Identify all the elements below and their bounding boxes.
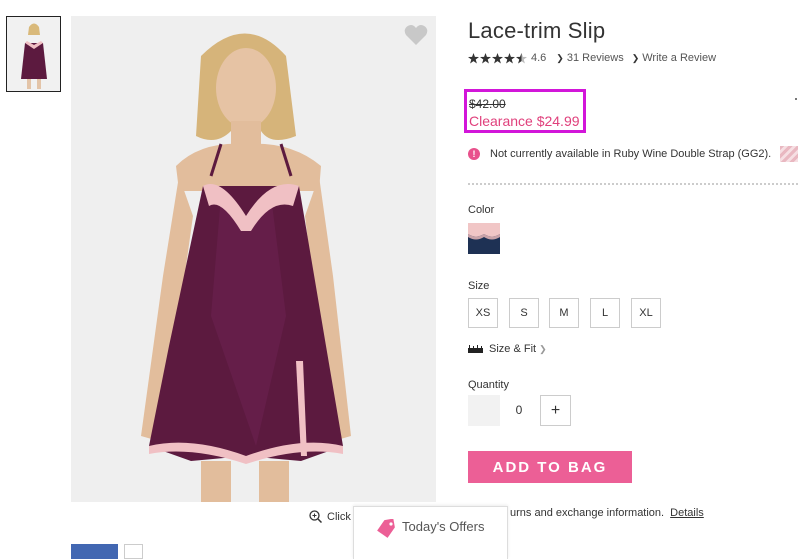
- original-price: $42.00: [469, 97, 506, 111]
- details-link[interactable]: Details: [670, 507, 704, 519]
- returns-text: urns and exchange information.: [510, 507, 665, 519]
- size-option-xs[interactable]: XS: [468, 298, 498, 328]
- tag-icon: [377, 519, 395, 538]
- rating-stars: [468, 52, 527, 64]
- quantity-decrement-button[interactable]: [468, 395, 500, 426]
- returns-info: urns and exchange information. Details: [510, 507, 704, 519]
- product-main-image[interactable]: [71, 16, 436, 502]
- star-icon: [492, 52, 503, 64]
- size-option-xl[interactable]: XL: [631, 298, 661, 328]
- star-icon: [480, 52, 491, 64]
- chevron-right-icon: ❯: [556, 52, 564, 63]
- heart-icon[interactable]: [404, 24, 428, 46]
- divider: [468, 183, 798, 185]
- color-swatch[interactable]: [468, 223, 500, 254]
- quantity-increment-button[interactable]: +: [540, 395, 571, 426]
- divider-dot: [795, 98, 797, 100]
- product-thumbnail[interactable]: [6, 16, 61, 92]
- size-option-m[interactable]: M: [549, 298, 579, 328]
- todays-offers-tab[interactable]: Today's Offers: [353, 506, 508, 559]
- ruler-icon: [468, 345, 483, 353]
- reviews-link[interactable]: 31 Reviews: [567, 52, 624, 64]
- rating-value: 4.6: [531, 52, 547, 64]
- size-fit-link[interactable]: Size & Fit ❯: [468, 343, 550, 355]
- facebook-share-button[interactable]: [71, 544, 118, 559]
- size-option-l[interactable]: L: [590, 298, 620, 328]
- alert-icon: !: [468, 148, 480, 160]
- add-to-bag-button[interactable]: ADD TO BAG: [468, 451, 632, 483]
- quantity-value[interactable]: 0: [508, 403, 530, 417]
- product-title: Lace-trim Slip: [468, 18, 606, 43]
- chevron-right-icon: ❯: [539, 343, 547, 354]
- color-label: Color: [468, 204, 495, 216]
- chevron-right-icon: ❯: [631, 52, 640, 63]
- zoom-control[interactable]: Click: [309, 510, 351, 523]
- size-fit-label: Size & Fit: [489, 343, 537, 355]
- quantity-label: Quantity: [468, 379, 509, 391]
- todays-offers-label: Today's Offers: [402, 519, 485, 534]
- write-review-link[interactable]: Write a Review: [642, 52, 716, 64]
- size-label: Size: [468, 280, 490, 292]
- rating-row: 4.6 ❯ 31 Reviews ❯ Write a Review: [468, 52, 724, 64]
- star-icon: [504, 52, 515, 64]
- clearance-price: Clearance $24.99: [469, 113, 580, 129]
- star-icon: [468, 52, 479, 64]
- availability-notice: ! Not currently available in Ruby Wine D…: [468, 148, 771, 160]
- star-half-icon: [516, 52, 527, 64]
- zoom-icon: [309, 510, 322, 523]
- availability-swatch: [780, 146, 798, 162]
- share-button[interactable]: [124, 544, 143, 559]
- size-option-s[interactable]: S: [509, 298, 539, 328]
- availability-text: Not currently available in Ruby Wine Dou…: [490, 148, 772, 160]
- zoom-label: Click: [327, 510, 351, 523]
